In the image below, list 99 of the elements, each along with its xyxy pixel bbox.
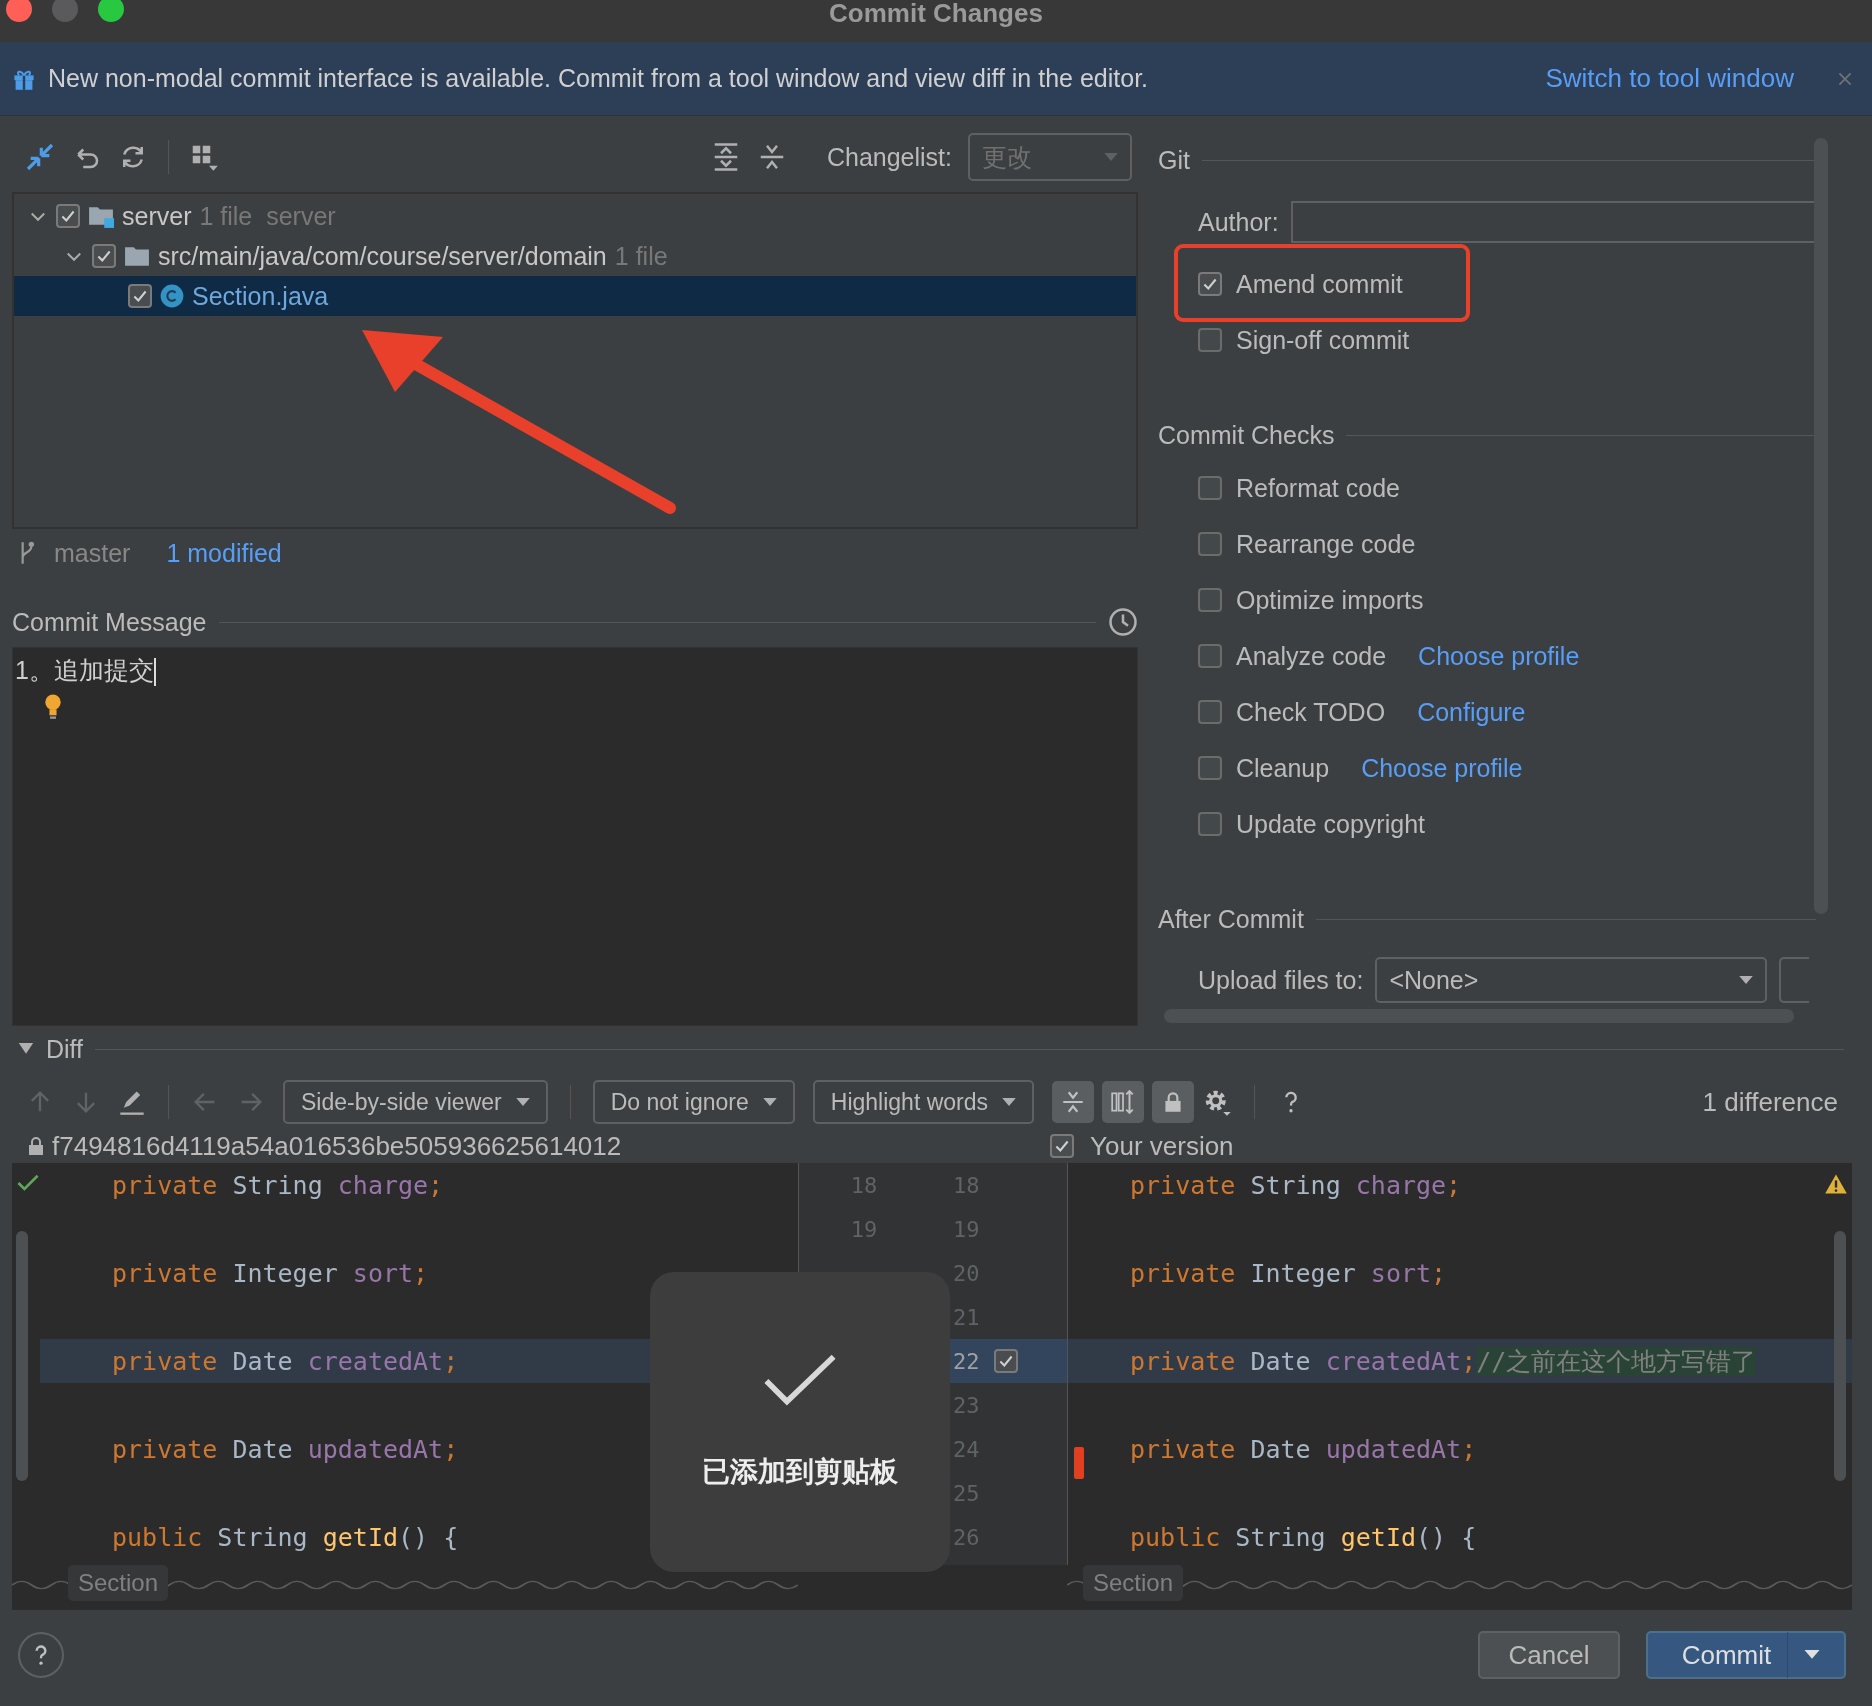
collapse-unchanged-button[interactable] (1052, 1081, 1095, 1123)
checkbox[interactable] (1198, 328, 1222, 352)
option-label: Update copyright (1236, 809, 1425, 839)
move-icon[interactable] (24, 141, 56, 173)
modified-count[interactable]: 1 modified (166, 538, 282, 568)
module-folder-icon (88, 204, 114, 228)
section-title: Git (1158, 145, 1190, 175)
lock-button[interactable] (1152, 1081, 1195, 1123)
code-line: private Date updatedAt; (1130, 1434, 1477, 1464)
fold-label[interactable]: Section (68, 1564, 169, 1601)
caret-icon (1002, 1097, 1017, 1107)
option-label: Analyze code (1236, 641, 1387, 671)
close-window-button[interactable] (6, 0, 32, 22)
folder-icon (124, 245, 150, 267)
section-title: Commit Message (12, 607, 207, 637)
option-label: Reformat code (1236, 473, 1400, 503)
file-name: server (122, 201, 192, 231)
changelist-label: Changelist: (826, 142, 952, 172)
tree-row[interactable]: Section.java (14, 276, 1136, 316)
switch-link[interactable]: Switch to tool window (1545, 63, 1794, 94)
file-name: src/main/java/com/course/server/domain (158, 241, 607, 271)
banner-message: New non-modal commit interface is available. Commit from a tool window and view diff in the editor. (48, 64, 1149, 93)
sync-scroll-button[interactable] (1102, 1081, 1145, 1123)
option-label: Sign-off commit (1236, 325, 1410, 355)
option-label: Amend commit (1236, 269, 1403, 299)
option-label: Cleanup (1236, 753, 1330, 783)
option-link[interactable]: Choose profile (1418, 641, 1580, 671)
author-field[interactable] (1290, 201, 1816, 243)
section-title: Commit Checks (1158, 420, 1335, 450)
option-label: Optimize imports (1236, 585, 1424, 615)
checkbox[interactable] (1198, 532, 1222, 556)
code-line: private String charge; (1130, 1170, 1462, 1200)
file-count: 1 file server (199, 201, 336, 231)
checkbox[interactable] (1050, 1134, 1074, 1158)
checkbox[interactable] (56, 204, 80, 228)
maximize-button[interactable] (98, 0, 124, 22)
lock-icon (28, 1136, 44, 1156)
section-title: Diff (46, 1034, 84, 1064)
check-icon (16, 1173, 40, 1193)
window-title: Commit Changes (829, 0, 1043, 29)
difference-count: 1 difference (1702, 1086, 1838, 1118)
branch-name[interactable]: master (54, 538, 131, 568)
warning-icon (1824, 1173, 1848, 1195)
code-line: private Integer sort; (112, 1258, 429, 1288)
caret-icon (1804, 1650, 1821, 1660)
caret-icon (1739, 975, 1754, 985)
author-label: Author: (1198, 207, 1279, 237)
cancel-button[interactable]: Cancel (1478, 1631, 1620, 1679)
revision-hash: f7494816d4119a54a016536be505936625614012 (52, 1130, 622, 1162)
scrollbar[interactable] (1834, 1231, 1846, 1481)
checkbox[interactable] (1198, 812, 1222, 836)
code-line: private Date createdAt;//之前在这个地方写错了 (1130, 1345, 1757, 1378)
upload-dropdown[interactable]: <None> (1375, 957, 1768, 1003)
checkbox[interactable] (128, 284, 152, 308)
class-icon (160, 284, 184, 308)
option-link[interactable]: Configure (1417, 697, 1526, 727)
toast-message: 已添加到剪贴板 (702, 1454, 898, 1490)
lightbulb-icon[interactable] (43, 694, 63, 720)
caret-icon (515, 1097, 530, 1107)
code-line: private String charge; (112, 1170, 444, 1200)
collapse-triangle-icon[interactable] (18, 1043, 34, 1055)
code-line: public String getId() { (112, 1522, 459, 1552)
tree-row[interactable]: server 1 file server (14, 196, 1136, 236)
scrollbar[interactable] (16, 1231, 28, 1481)
help-button[interactable] (18, 1632, 64, 1678)
viewer-dropdown[interactable]: Side-by-side viewer (283, 1080, 548, 1124)
checkbox[interactable] (1198, 700, 1222, 724)
option-label: Check TODO (1236, 697, 1386, 727)
fold-label[interactable]: Section (1083, 1564, 1184, 1601)
code-line: private Integer sort; (1130, 1258, 1447, 1288)
caret-icon (762, 1097, 777, 1107)
commit-button[interactable]: Commit (1646, 1631, 1846, 1679)
scrollbar[interactable] (1814, 138, 1828, 914)
checkbox[interactable] (1198, 644, 1222, 668)
checkbox[interactable] (92, 244, 116, 268)
code-line: public String getId() { (1130, 1522, 1477, 1552)
checkbox[interactable] (993, 1349, 1018, 1373)
line-number: 22 (953, 1348, 980, 1374)
code-line: private Date updatedAt; (112, 1434, 459, 1464)
file-name: Section.java (192, 281, 329, 311)
caret-icon (1104, 152, 1118, 162)
checkbox[interactable] (1198, 756, 1222, 780)
message-text: 1。追加提交 (15, 656, 154, 684)
section-title: After Commit (1158, 904, 1304, 934)
clock-icon[interactable] (1108, 607, 1138, 637)
ignore-dropdown[interactable]: Do not ignore (592, 1080, 795, 1124)
tree-row[interactable]: src/main/java/com/course/server/domain 1 file (14, 236, 1136, 276)
commit-message-field[interactable]: 1。追加提交 (12, 647, 1138, 1026)
change-marker (1074, 1447, 1084, 1479)
version-label: Your version (1090, 1130, 1234, 1162)
upload-label: Upload files to: (1198, 965, 1364, 995)
option-link[interactable]: Choose profile (1361, 753, 1523, 783)
option-label: Rearrange code (1236, 529, 1416, 559)
checkbox[interactable] (1198, 272, 1222, 296)
checkbox[interactable] (1198, 476, 1222, 500)
highlight-dropdown[interactable]: Highlight words (812, 1080, 1035, 1124)
code-line: private Date createdAt; (112, 1346, 459, 1376)
file-count: 1 file (614, 241, 668, 271)
checkbox[interactable] (1198, 588, 1222, 612)
